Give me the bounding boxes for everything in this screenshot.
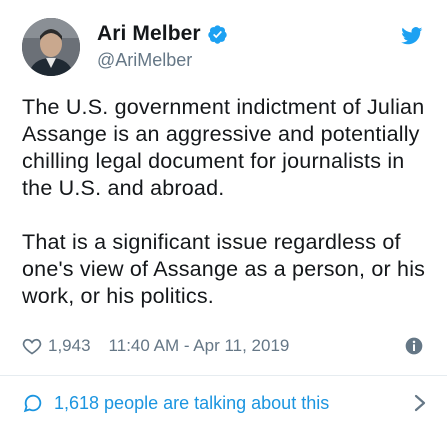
talking-text: 1,618 people are talking about this bbox=[54, 392, 330, 413]
chevron-right-icon[interactable] bbox=[413, 393, 427, 413]
twitter-bird-icon[interactable] bbox=[401, 27, 423, 45]
tweet-card[interactable]: Ari Melber @AriMelber The U.S. governmen… bbox=[0, 0, 447, 428]
avatar[interactable] bbox=[22, 18, 80, 76]
heart-icon[interactable] bbox=[22, 336, 42, 356]
tweet-text: The U.S. government indictment of Julian… bbox=[22, 94, 432, 337]
handle[interactable]: @AriMelber bbox=[97, 50, 228, 71]
timestamp[interactable]: 11:40 AM - Apr 11, 2019 bbox=[109, 336, 290, 356]
info-icon[interactable] bbox=[404, 336, 424, 356]
display-name[interactable]: Ari Melber bbox=[97, 22, 201, 46]
talking-link[interactable]: 1,618 people are talking about this bbox=[22, 389, 427, 417]
author-block: Ari Melber @AriMelber bbox=[97, 20, 228, 71]
tweet-meta: 1,943 11:40 AM - Apr 11, 2019 bbox=[22, 333, 424, 359]
tweet-paragraph: The U.S. government indictment of Julian… bbox=[22, 95, 425, 200]
tweet-paragraph: That is a significant issue regardless o… bbox=[22, 230, 426, 308]
comment-bubble-icon bbox=[23, 394, 42, 413]
tweet-header: Ari Melber @AriMelber bbox=[22, 18, 427, 78]
verified-badge-icon bbox=[208, 24, 227, 44]
divider bbox=[0, 375, 447, 376]
like-count[interactable]: 1,943 bbox=[48, 336, 91, 356]
